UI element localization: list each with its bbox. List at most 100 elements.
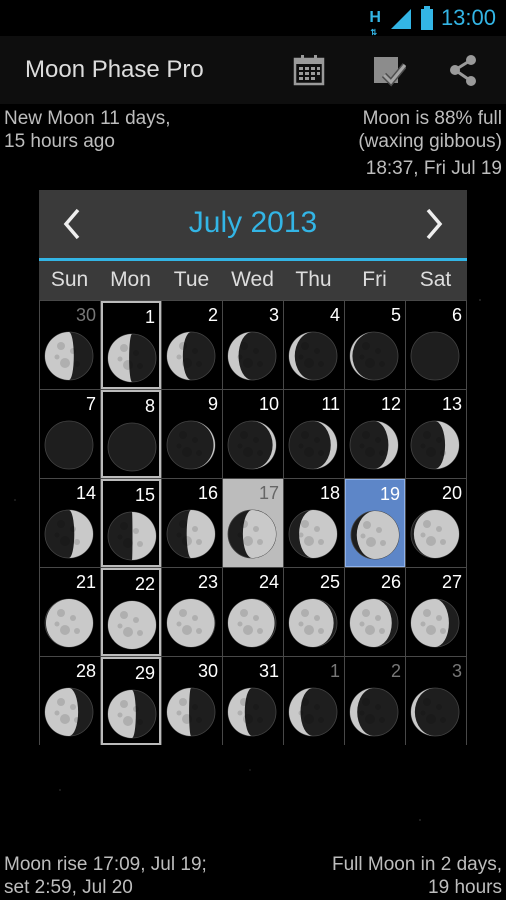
info-line: New Moon 11 days, <box>4 108 171 129</box>
chevron-right-icon[interactable] <box>413 204 453 244</box>
day-cell[interactable]: 1 <box>284 657 344 745</box>
day-number: 31 <box>258 661 279 681</box>
weekday-header: Sun Mon Tue Wed Thu Fri Sat <box>39 261 467 300</box>
day-cell[interactable]: 24 <box>223 568 283 656</box>
day-number: 7 <box>85 394 96 414</box>
info-line: 19 hours <box>428 877 502 898</box>
day-cell[interactable]: 17 <box>223 479 283 567</box>
day-cell[interactable]: 19 <box>345 479 405 567</box>
day-cell[interactable]: 21 <box>40 568 100 656</box>
day-cell[interactable]: 7 <box>40 390 100 478</box>
day-cell[interactable]: 26 <box>345 568 405 656</box>
day-cell[interactable]: 23 <box>162 568 222 656</box>
moon-illumination-info: Moon is 88% full (waxing gibbous) 18:37,… <box>358 107 502 180</box>
day-cell[interactable]: 5 <box>345 301 405 389</box>
moon-phase-icon <box>166 509 216 559</box>
day-cell[interactable]: 3 <box>223 301 283 389</box>
network-type: H <box>369 9 381 26</box>
weekday-label: Mon <box>110 268 151 291</box>
day-cell[interactable]: 25 <box>284 568 344 656</box>
day-cell[interactable]: 29 <box>101 657 161 745</box>
day-cell[interactable]: 22 <box>101 568 161 656</box>
day-cell[interactable]: 13 <box>406 390 466 478</box>
day-number: 4 <box>329 305 340 325</box>
moon-phase-icon <box>166 687 216 737</box>
info-line: Moon rise 17:09, Jul 19; <box>4 854 207 875</box>
moon-phase-icon <box>349 598 399 648</box>
status-clock: 13:00 <box>440 5 496 30</box>
day-number: 26 <box>380 572 401 592</box>
day-cell[interactable]: 1 <box>101 301 161 389</box>
action-bar: Moon Phase Pro <box>0 36 506 104</box>
day-cell[interactable]: 15 <box>101 479 161 567</box>
moon-phase-icon <box>227 509 277 559</box>
day-grid: 30 1 2 3 4 5 6 7 8 9 10 11 12 13 14 15 16 17 18 19 20 21 22 23 2… <box>39 300 467 745</box>
moon-phase-icon <box>107 422 157 472</box>
day-number: 6 <box>451 305 462 325</box>
day-cell[interactable]: 31 <box>223 657 283 745</box>
moon-phase-icon <box>107 689 157 739</box>
day-cell[interactable]: 6 <box>406 301 466 389</box>
day-number: 9 <box>207 394 218 414</box>
moon-phase-icon <box>410 687 460 737</box>
day-number: 30 <box>197 661 218 681</box>
moon-phase-icon <box>44 331 94 381</box>
day-number: 1 <box>329 661 340 681</box>
share-button[interactable] <box>443 50 483 90</box>
day-cell[interactable]: 20 <box>406 479 466 567</box>
day-number: 18 <box>319 483 340 503</box>
day-cell[interactable]: 16 <box>162 479 222 567</box>
moon-phase-icon <box>288 687 338 737</box>
day-number: 16 <box>197 483 218 503</box>
day-number: 11 <box>321 394 340 414</box>
day-number: 3 <box>451 661 462 681</box>
moon-phase-icon <box>227 420 277 470</box>
moon-phase-icon <box>288 598 338 648</box>
moon-phase-icon <box>44 687 94 737</box>
day-cell[interactable]: 2 <box>345 657 405 745</box>
day-cell[interactable]: 12 <box>345 390 405 478</box>
day-number: 20 <box>441 483 462 503</box>
weekday-label: Thu <box>295 268 332 291</box>
day-cell[interactable]: 14 <box>40 479 100 567</box>
battery-icon <box>420 6 433 30</box>
info-line: 15 hours ago <box>4 131 115 152</box>
moon-phase-icon <box>349 687 399 737</box>
day-number: 28 <box>75 661 96 681</box>
moon-phase-icon <box>288 509 338 559</box>
day-number: 5 <box>390 305 401 325</box>
day-cell[interactable]: 3 <box>406 657 466 745</box>
day-cell[interactable]: 27 <box>406 568 466 656</box>
share-icon <box>450 55 476 86</box>
day-number: 19 <box>379 484 400 504</box>
day-cell[interactable]: 2 <box>162 301 222 389</box>
moon-phase-icon <box>166 598 216 648</box>
day-cell[interactable]: 11 <box>284 390 344 478</box>
day-number: 30 <box>75 305 96 325</box>
day-number: 22 <box>134 574 155 594</box>
day-cell[interactable]: 9 <box>162 390 222 478</box>
check-icon <box>374 57 406 87</box>
weekday-label: Sun <box>50 268 89 291</box>
day-number: 13 <box>441 394 462 414</box>
status-bar: H ⇅ 13:00 <box>0 0 506 37</box>
moon-phase-icon <box>166 331 216 381</box>
day-number: 17 <box>258 483 279 503</box>
day-cell[interactable]: 8 <box>101 390 161 478</box>
day-cell[interactable]: 30 <box>40 301 100 389</box>
moon-phase-icon <box>410 598 460 648</box>
moon-phase-icon <box>227 598 277 648</box>
day-cell[interactable]: 28 <box>40 657 100 745</box>
day-cell[interactable]: 18 <box>284 479 344 567</box>
calendar-button[interactable] <box>289 50 329 90</box>
day-cell[interactable]: 4 <box>284 301 344 389</box>
moon-phase-icon <box>410 420 460 470</box>
info-timestamp: 18:37, Fri Jul 19 <box>365 158 502 179</box>
day-cell[interactable]: 30 <box>162 657 222 745</box>
day-number: 2 <box>207 305 218 325</box>
moon-phase-icon <box>410 509 460 559</box>
check-button[interactable] <box>369 50 409 90</box>
day-number: 12 <box>380 394 401 414</box>
day-cell[interactable]: 10 <box>223 390 283 478</box>
moon-phase-icon <box>288 420 338 470</box>
